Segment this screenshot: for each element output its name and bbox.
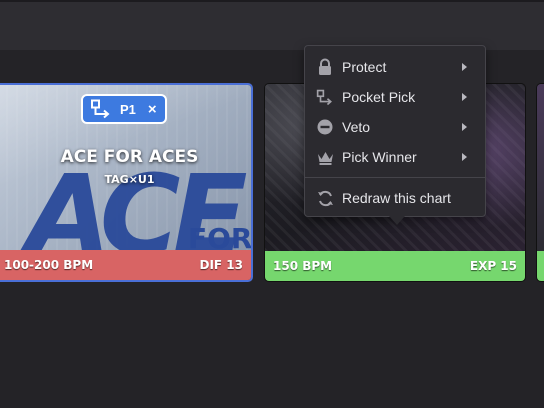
veto-icon bbox=[316, 118, 334, 136]
menu-item-veto[interactable]: Veto bbox=[305, 112, 485, 142]
chart-jacket-art: ACE FOR ACE FOR ACES TAG×U1 P1 × bbox=[0, 85, 253, 270]
difficulty-label: EXP 15 bbox=[469, 259, 517, 273]
chart-info-bar: 150 BPM EXP 15 bbox=[265, 251, 525, 281]
pocket-pick-icon bbox=[316, 88, 334, 106]
remove-pick-icon[interactable]: × bbox=[148, 101, 157, 118]
jacket-letters-small: FOR bbox=[188, 222, 253, 255]
submenu-arrow-icon bbox=[462, 153, 467, 161]
menu-item-protect[interactable]: Protect bbox=[305, 52, 485, 82]
submenu-arrow-icon bbox=[462, 93, 467, 101]
menu-item-pick-winner[interactable]: Pick Winner bbox=[305, 142, 485, 172]
menu-divider bbox=[305, 177, 485, 178]
chart-info-bar bbox=[537, 251, 544, 281]
chart-card-3[interactable] bbox=[536, 83, 544, 282]
menu-item-redraw[interactable]: Redraw this chart bbox=[305, 183, 485, 213]
submenu-arrow-icon bbox=[462, 123, 467, 131]
pocket-pick-badge: P1 × bbox=[81, 94, 167, 124]
chart-title: ACE FOR ACES bbox=[60, 147, 199, 167]
menu-item-pocket-pick[interactable]: Pocket Pick bbox=[305, 82, 485, 112]
menu-item-label: Pocket Pick bbox=[342, 89, 416, 105]
menu-item-label: Pick Winner bbox=[342, 149, 417, 165]
chart-info-bar: 100-200 BPM DIF 13 bbox=[0, 250, 251, 280]
lock-icon bbox=[316, 58, 334, 76]
chart-context-menu: Protect Pocket Pick Veto Pick Winner Red… bbox=[304, 45, 486, 217]
menu-pointer bbox=[389, 216, 405, 225]
pocket-pick-icon bbox=[91, 99, 110, 119]
submenu-arrow-icon bbox=[462, 63, 467, 71]
bpm-label: 100-200 BPM bbox=[4, 258, 94, 272]
bpm-label: 150 BPM bbox=[273, 259, 333, 273]
chart-artist: TAG×U1 bbox=[104, 173, 155, 186]
menu-item-label: Protect bbox=[342, 59, 387, 75]
menu-item-label: Veto bbox=[342, 119, 371, 135]
chart-card-ace-for-aces[interactable]: ACE FOR ACE FOR ACES TAG×U1 P1 × 100-200… bbox=[0, 83, 253, 282]
crown-icon bbox=[316, 148, 334, 166]
chart-jacket-art bbox=[537, 84, 544, 252]
player-label: P1 bbox=[120, 101, 136, 117]
refresh-icon bbox=[316, 189, 334, 207]
menu-item-label: Redraw this chart bbox=[342, 190, 451, 206]
top-bar bbox=[0, 0, 544, 50]
difficulty-label: DIF 13 bbox=[199, 258, 244, 272]
